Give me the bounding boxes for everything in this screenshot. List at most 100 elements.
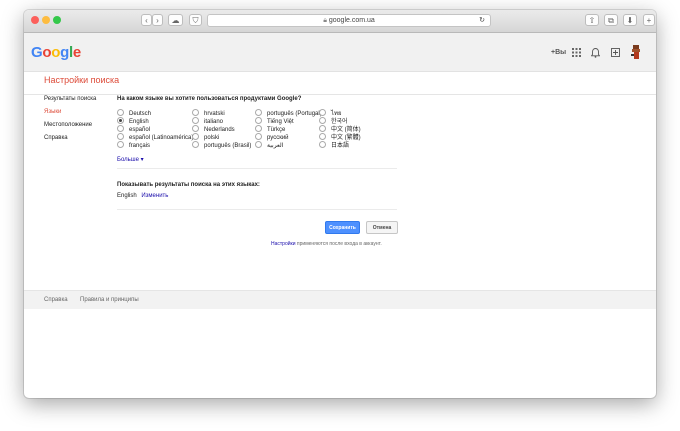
pocket-icon: ⛉ (192, 16, 199, 25)
radio-button[interactable] (192, 133, 199, 140)
sidebar-item-results[interactable]: Результаты поиска (44, 96, 96, 102)
radio-button[interactable] (255, 109, 262, 116)
forward-button[interactable]: › (152, 14, 163, 26)
radio-button[interactable] (255, 133, 262, 140)
footer-help-link[interactable]: Справка (44, 297, 68, 303)
results-language: English (117, 193, 137, 199)
close-window-button[interactable] (31, 16, 39, 24)
settings-link[interactable]: Настройки (271, 241, 296, 247)
language-label: русский (267, 135, 289, 142)
radio-button[interactable] (117, 117, 124, 124)
logo-letter: o (42, 44, 52, 61)
language-label: Nederlands (204, 127, 235, 134)
show-tabs-button[interactable]: ⧉ (604, 14, 618, 26)
language-label: Türkçe (267, 127, 286, 134)
radio-button[interactable] (117, 141, 124, 148)
settings-note: Настройки применяются после входа в акка… (271, 241, 382, 247)
download-icon: ⬇ (626, 16, 634, 25)
url-text: google.com.ua (328, 17, 375, 24)
language-question: На каком языке вы хотите пользоваться пр… (117, 96, 302, 102)
sidebar-item-location[interactable]: Местоположение (44, 122, 92, 128)
radio-button[interactable] (319, 141, 326, 148)
language-label: italiano (204, 119, 224, 126)
results-languages-title: Показывать результаты поиска на этих язы… (117, 182, 260, 188)
new-tab-button[interactable]: + (643, 14, 655, 26)
language-label: hrvatski (204, 111, 225, 118)
language-option[interactable]: 中文 (繁體) (319, 133, 361, 142)
language-label: English (129, 119, 149, 126)
divider (117, 168, 397, 169)
sidebar-item-help[interactable]: Справка (44, 135, 68, 141)
share-plus-icon[interactable] (611, 48, 620, 59)
address-bar[interactable]: 🔒︎ google.com.ua ↻ (207, 14, 491, 27)
minimize-window-button[interactable] (42, 16, 50, 24)
radio-button[interactable] (192, 117, 199, 124)
zoom-window-button[interactable] (53, 16, 61, 24)
language-option[interactable]: português (Portugal) (255, 109, 322, 118)
share-button[interactable]: ⇧ (585, 14, 599, 26)
share-icon: ⇧ (588, 16, 596, 25)
pocket-button[interactable]: ⛉ (189, 14, 202, 26)
apps-grid-icon[interactable] (572, 48, 581, 59)
save-button[interactable]: Сохранить (325, 221, 360, 234)
footer-policies-link[interactable]: Правила и принципы (80, 297, 139, 303)
language-label: 日本語 (331, 143, 350, 150)
lock-icon: 🔒︎ (323, 17, 327, 24)
radio-button[interactable] (192, 141, 199, 148)
plus-icon: + (646, 16, 652, 25)
forward-icon: › (156, 16, 159, 25)
language-option[interactable]: Nederlands (192, 125, 235, 134)
language-label: 中文 (繁體) (331, 135, 361, 142)
page-title: Настройки поиска (44, 75, 120, 85)
language-label: 中文 (简体) (331, 127, 361, 134)
language-option[interactable]: español (Latinoamérica) (117, 133, 194, 142)
cancel-button[interactable]: Отмена (366, 221, 398, 234)
google-plus-link[interactable]: +Вы (551, 49, 566, 56)
language-option[interactable]: 中文 (简体) (319, 125, 361, 134)
radio-button[interactable] (255, 141, 262, 148)
reload-icon[interactable]: ↻ (479, 15, 485, 27)
language-label: 한국어 (331, 119, 348, 126)
radio-button[interactable] (255, 125, 262, 132)
radio-button[interactable] (117, 125, 124, 132)
language-option[interactable]: português (Brasil) (192, 141, 251, 150)
radio-button[interactable] (319, 125, 326, 132)
radio-button[interactable] (117, 133, 124, 140)
language-label: polski (204, 135, 220, 142)
google-logo[interactable]: Google (31, 44, 81, 61)
back-icon: ‹ (145, 16, 148, 25)
logo-letter: e (72, 44, 81, 61)
google-header: Google +Вы (24, 33, 656, 72)
radio-button[interactable] (319, 117, 326, 124)
settings-note-text: применяются после входа в аккаунт. (295, 241, 382, 247)
logo-letter: G (31, 44, 43, 61)
logo-letter: g (60, 44, 69, 61)
language-label: español (Latinoamérica) (129, 135, 194, 142)
avatar[interactable] (630, 45, 642, 59)
radio-button[interactable] (117, 109, 124, 116)
language-label: Tiếng Việt (267, 119, 294, 126)
radio-button[interactable] (192, 125, 199, 132)
notifications-bell-icon[interactable] (590, 48, 601, 60)
results-languages-value: English Изменить (117, 192, 168, 200)
page-header: Настройки поиска (24, 72, 656, 95)
sidebar-item-languages[interactable]: Языки (44, 109, 61, 115)
radio-button[interactable] (319, 109, 326, 116)
back-button[interactable]: ‹ (141, 14, 152, 26)
google-logo-text: Google (31, 44, 81, 61)
language-label: Deutsch (129, 111, 152, 118)
language-option[interactable]: العربية (255, 141, 283, 150)
radio-button[interactable] (255, 117, 262, 124)
radio-button[interactable] (192, 109, 199, 116)
cloud-tabs-button[interactable]: ☁ (168, 14, 183, 26)
language-option[interactable]: 日本語 (319, 141, 350, 150)
change-languages-link[interactable]: Изменить (141, 193, 168, 199)
browser-window: ‹ › ☁ ⛉ 🔒︎ google.com.ua ↻ ⇧ ⧉ ⬇ + Googl… (24, 10, 656, 398)
language-option[interactable]: français (117, 141, 150, 150)
more-languages-link[interactable]: Больше ▾ (117, 156, 144, 164)
language-option[interactable]: Tiếng Việt (255, 117, 294, 126)
radio-button[interactable] (319, 133, 326, 140)
divider (117, 209, 397, 210)
downloads-button[interactable]: ⬇ (623, 14, 637, 26)
cloud-icon: ☁ (171, 16, 180, 25)
